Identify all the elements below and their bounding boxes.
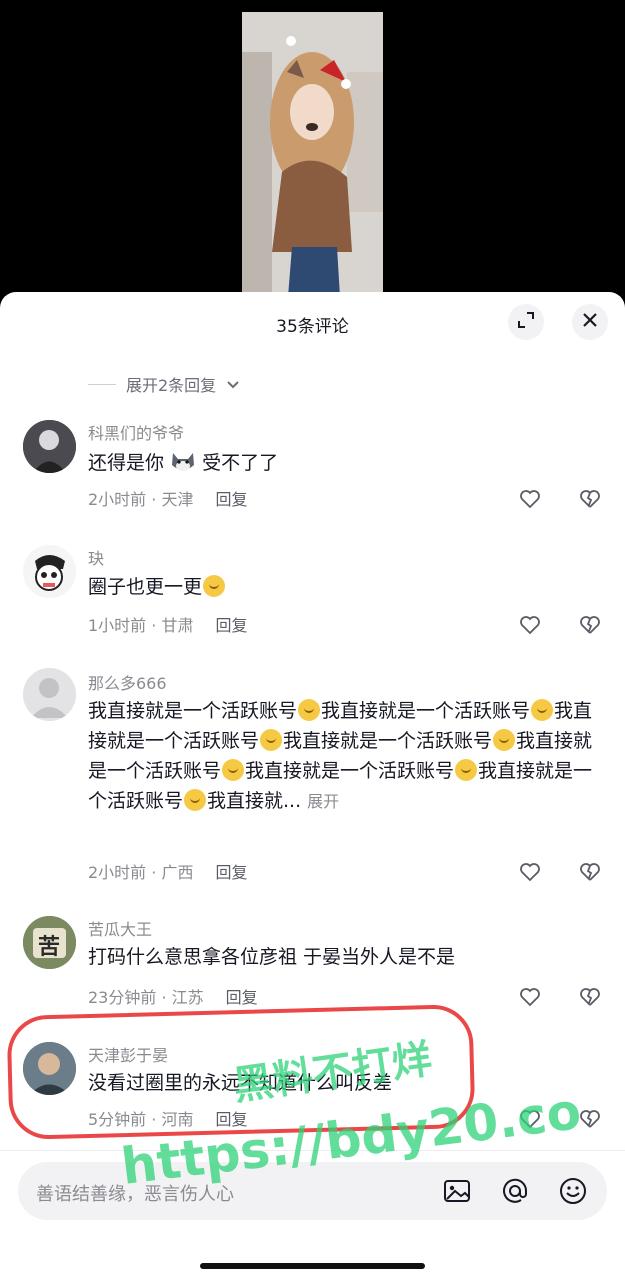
expand-comment-link[interactable]: 展开: [307, 792, 339, 811]
heart-icon[interactable]: [519, 986, 541, 1008]
at-icon[interactable]: [500, 1176, 530, 1206]
comment-text: 圈子也更一更: [88, 572, 598, 602]
expand-replies-label: 展开2条回复: [126, 376, 217, 395]
emoji-icon[interactable]: [558, 1176, 588, 1206]
comment-text-part: 我直接就是一个活跃账号: [245, 760, 455, 782]
smirk-emoji-icon: [493, 729, 516, 751]
heart-icon[interactable]: [519, 861, 541, 883]
comment-username[interactable]: 科黑们的爷爷: [88, 420, 184, 444]
expand-replies-button[interactable]: 展开2条回复: [88, 372, 240, 396]
comment-time-location: 2小时前 · 广西: [88, 863, 194, 882]
comment-text-part: 受不了了: [202, 452, 279, 474]
comment-meta: 2小时前 · 天津 回复: [88, 486, 247, 510]
comment-meta: 1小时前 · 甘肃 回复: [88, 612, 247, 636]
heart-icon[interactable]: [519, 1108, 541, 1130]
divider: [0, 1150, 625, 1151]
expand-button[interactable]: [508, 304, 544, 340]
smirk-emoji-icon: [222, 759, 245, 781]
avatar[interactable]: [23, 420, 76, 473]
comment-meta: 2小时前 · 广西 回复: [88, 859, 247, 883]
comment-text-part: 圈子也更一更: [88, 576, 203, 598]
reply-button[interactable]: 回复: [215, 612, 247, 636]
home-indicator: [200, 1263, 425, 1269]
chevron-down-icon: [226, 375, 240, 394]
heart-eyes-emoji-icon: [203, 575, 226, 597]
comment-time-location: 23分钟前 · 江苏: [88, 988, 204, 1007]
comment-input[interactable]: 善语结善缘，恶言伤人心: [36, 1180, 234, 1206]
close-icon: [581, 311, 599, 333]
heart-icon[interactable]: [519, 614, 541, 636]
comment-text: 我直接就是一个活跃账号 我直接就是一个活跃账号 我直接就是一个活跃账号 我直接就是一个…: [88, 696, 598, 817]
comment-text-part: 我直接就...: [207, 790, 302, 812]
husky-sticker-icon: [170, 451, 196, 473]
video-thumbnail[interactable]: [242, 12, 383, 297]
avatar[interactable]: 苦: [23, 916, 76, 969]
broken-heart-icon[interactable]: [579, 986, 601, 1008]
comment-meta: 23分钟前 · 江苏 回复: [88, 984, 258, 1008]
comment-username[interactable]: 玦: [88, 545, 104, 569]
reply-button[interactable]: 回复: [215, 859, 247, 883]
avatar[interactable]: [23, 668, 76, 721]
heart-icon[interactable]: [519, 488, 541, 510]
broken-heart-icon[interactable]: [579, 488, 601, 510]
smirk-emoji-icon: [298, 699, 321, 721]
comment-text: 打码什么意思拿各位彦祖 于晏当外人是不是: [88, 946, 456, 968]
comment-input-bar[interactable]: 善语结善缘，恶言伤人心: [18, 1162, 607, 1220]
reply-button[interactable]: 回复: [226, 984, 258, 1008]
avatar[interactable]: [23, 545, 76, 598]
comment-text-part: 还得是你: [88, 452, 165, 474]
comment-username[interactable]: 那么多666: [88, 670, 167, 694]
smirk-emoji-icon: [184, 789, 207, 811]
smirk-emoji-icon: [455, 759, 478, 781]
comment-text-part: 我直接就是一个活跃账号: [88, 700, 298, 722]
smirk-emoji-icon: [260, 729, 283, 751]
expand-icon: [517, 311, 535, 333]
video-preview[interactable]: [0, 0, 625, 300]
broken-heart-icon[interactable]: [579, 861, 601, 883]
close-button[interactable]: [572, 304, 608, 340]
image-icon[interactable]: [442, 1176, 472, 1206]
divider-line: [88, 383, 116, 385]
smirk-emoji-icon: [531, 699, 554, 721]
broken-heart-icon[interactable]: [579, 1108, 601, 1130]
comment-text-part: 我直接就是一个活跃账号: [321, 700, 531, 722]
avatar-text: 苦: [38, 935, 61, 960]
highlight-circle-annotation: [6, 1003, 476, 1141]
comment-time-location: 2小时前 · 天津: [88, 490, 194, 509]
comment-text-part: 我直接就是一个活跃账号: [283, 730, 493, 752]
broken-heart-icon[interactable]: [579, 614, 601, 636]
comment-text: 还得是你 受不了了: [88, 448, 598, 478]
comment-username[interactable]: 苦瓜大王: [88, 916, 152, 940]
comment-time-location: 1小时前 · 甘肃: [88, 616, 194, 635]
reply-button[interactable]: 回复: [215, 486, 247, 510]
